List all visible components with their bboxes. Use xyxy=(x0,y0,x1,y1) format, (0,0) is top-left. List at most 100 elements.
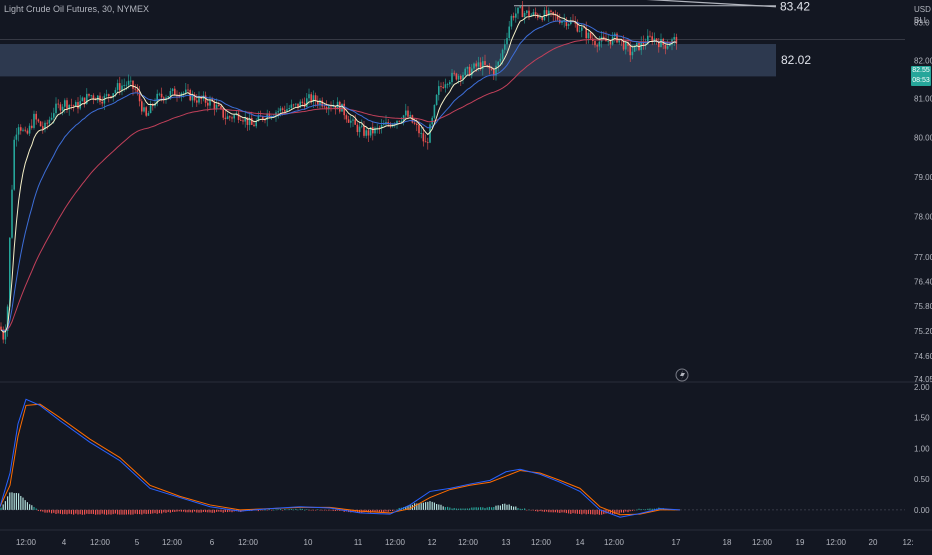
histogram-bar xyxy=(587,509,589,514)
candle-body xyxy=(413,122,416,124)
macd-tick-label: 0.50 xyxy=(914,475,930,484)
histogram-bar xyxy=(319,509,321,511)
candle-body xyxy=(521,6,524,18)
price-tick-label: 78.00 xyxy=(914,213,932,222)
candle-body xyxy=(420,133,422,134)
histogram-bar xyxy=(480,507,482,510)
annotation-label: 83.42 xyxy=(780,0,810,14)
histogram-bar xyxy=(625,509,627,512)
candle-body xyxy=(215,104,218,110)
histogram-bar xyxy=(205,509,207,513)
histogram-bar xyxy=(629,509,631,512)
histogram-bar xyxy=(317,509,319,511)
candle-body xyxy=(290,104,293,109)
histogram-bar xyxy=(2,504,4,510)
histogram-bar xyxy=(640,509,642,510)
histogram-bar xyxy=(150,509,152,514)
histogram-bar xyxy=(42,509,44,512)
histogram-bar xyxy=(506,504,508,510)
time-tick-label: 12:00 xyxy=(16,538,37,547)
histogram-bar xyxy=(97,509,99,515)
candle-body xyxy=(101,101,103,104)
histogram-bar xyxy=(64,509,66,515)
candle-body xyxy=(55,103,57,114)
chart-canvas[interactable]: 83.4282.0283.082.0081.0080.0079.0078.007… xyxy=(0,0,932,550)
histogram-bar xyxy=(216,509,218,512)
macd-tick-label: 1.50 xyxy=(914,414,930,423)
candle-body xyxy=(134,88,136,90)
histogram-bar xyxy=(455,508,457,510)
histogram-bar xyxy=(422,502,424,510)
histogram-bar xyxy=(464,508,466,510)
candle-body xyxy=(233,115,235,119)
last-price-tag: 82.55 08:53 xyxy=(911,66,931,86)
candle-body xyxy=(455,73,458,80)
candle-body xyxy=(116,83,119,90)
support-zone xyxy=(0,44,776,77)
histogram-bar xyxy=(121,509,123,515)
histogram-bar xyxy=(90,509,92,514)
candle-body xyxy=(92,95,95,99)
histogram-bar xyxy=(167,509,169,513)
histogram-bar xyxy=(493,506,495,510)
histogram-bar xyxy=(81,509,83,515)
histogram-bar xyxy=(425,502,427,510)
candle-body xyxy=(433,104,436,118)
candle-body xyxy=(237,113,240,120)
candle-body xyxy=(631,51,634,56)
histogram-bar xyxy=(4,501,6,510)
candle-body xyxy=(519,6,521,8)
histogram-bar xyxy=(99,509,101,515)
candle-body xyxy=(182,92,185,94)
histogram-bar xyxy=(466,508,468,510)
histogram-bar xyxy=(147,509,149,514)
histogram-bar xyxy=(491,507,493,510)
candle-body xyxy=(451,72,453,83)
histogram-bar xyxy=(117,509,119,515)
histogram-bar xyxy=(24,500,26,510)
histogram-bar xyxy=(304,509,306,511)
histogram-bar xyxy=(106,509,108,515)
candle-body xyxy=(510,15,513,27)
candle-body xyxy=(367,130,370,136)
histogram-bar xyxy=(40,509,42,512)
histogram-bar xyxy=(638,508,640,510)
candle-body xyxy=(35,113,37,120)
histogram-bar xyxy=(70,509,72,515)
histogram-bar xyxy=(202,509,204,512)
candle-body xyxy=(526,10,528,13)
trading-chart[interactable]: 83.42 82.02 83.0 82.00 81.00 80.00 79.00 78.00 7… xyxy=(0,0,932,550)
histogram-bar xyxy=(266,509,268,511)
candle-body xyxy=(53,113,55,118)
candle-body xyxy=(149,104,152,114)
histogram-bar xyxy=(288,509,290,510)
histogram-bar xyxy=(20,495,22,510)
histogram-bar xyxy=(574,509,576,514)
histogram-bar xyxy=(616,509,618,513)
candle-body xyxy=(196,100,198,103)
histogram-bar xyxy=(332,509,334,511)
candle-body xyxy=(160,93,163,98)
candle-body xyxy=(440,86,442,87)
candle-body xyxy=(61,106,64,111)
time-tick-label: 12:00 xyxy=(385,538,406,547)
time-tick-label: 12:00 xyxy=(826,538,847,547)
histogram-bar xyxy=(191,509,193,513)
candle-body xyxy=(0,326,2,330)
candle-body xyxy=(28,125,31,134)
histogram-bar xyxy=(48,509,50,513)
candle-body xyxy=(24,129,26,131)
candle-body xyxy=(114,89,117,94)
histogram-bar xyxy=(128,509,130,515)
candle-body xyxy=(400,121,403,122)
time-tick-label: 12:00 xyxy=(458,538,479,547)
histogram-bar xyxy=(579,509,581,514)
histogram-bar xyxy=(284,509,286,510)
candle-body xyxy=(75,102,77,106)
candle-body xyxy=(158,93,161,95)
histogram-bar xyxy=(337,509,339,511)
candle-body xyxy=(15,134,18,140)
histogram-bar xyxy=(77,509,79,515)
candle-body xyxy=(499,58,502,62)
histogram-bar xyxy=(273,509,275,511)
